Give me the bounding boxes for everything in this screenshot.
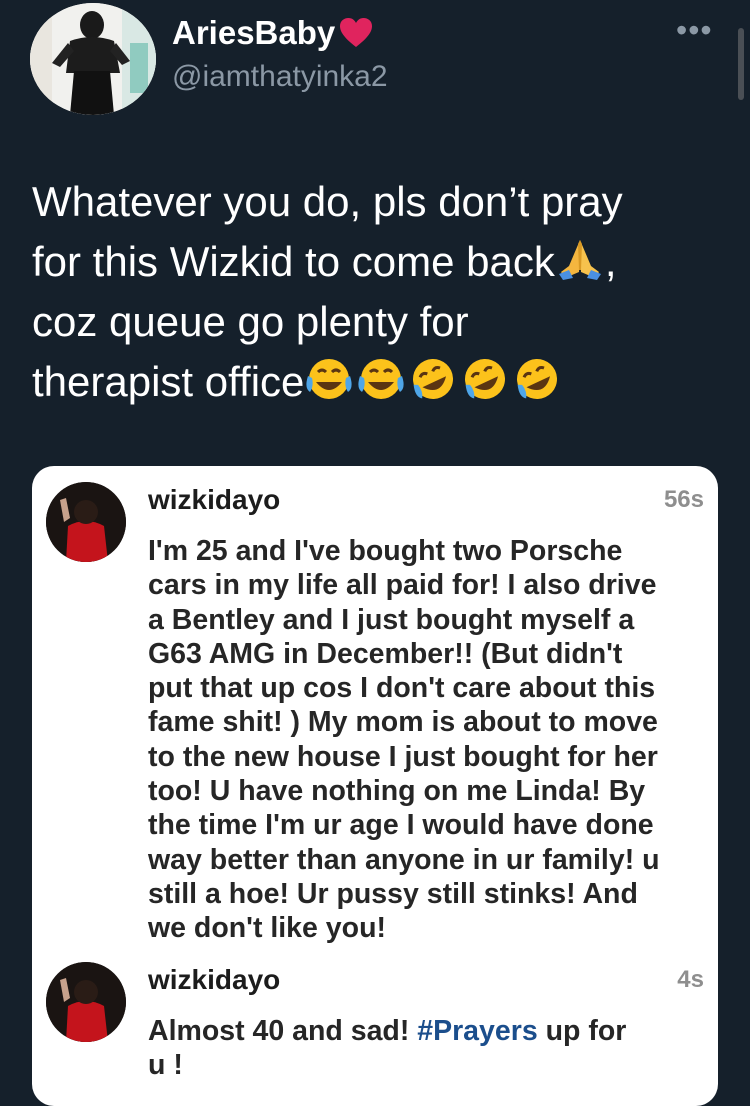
comment-time: 56s [663, 486, 704, 513]
attached-screenshot[interactable]: wizkidayo 56s I'm 25 and I've bought two… [32, 466, 718, 1106]
tears-of-joy-icon [306, 359, 352, 399]
comment-text: I'm 25 and I've bought two Porsche cars … [148, 535, 660, 945]
author-avatar[interactable] [30, 3, 156, 115]
tweet-line: Whatever you do, pls don’t pray [32, 178, 623, 225]
rolling-laughing-icon [517, 359, 558, 399]
tweet-line: therapist office [32, 352, 732, 412]
commenter-avatar [46, 482, 126, 562]
scrollbar[interactable] [738, 28, 744, 100]
author-display-name[interactable]: AriesBaby [172, 14, 373, 52]
tears-of-joy-icon [358, 359, 404, 399]
rolling-laughing-icon [465, 359, 506, 399]
rolling-laughing-icon [413, 359, 454, 399]
folded-hands-icon [555, 236, 605, 282]
display-name-text: AriesBaby [172, 14, 336, 51]
tweet-text: Whatever you do, pls don’t pray for this… [32, 172, 732, 412]
comment-time: 4s [677, 966, 704, 993]
tweet-line: for this Wizkid to come back, [32, 236, 617, 285]
commenter-avatar [46, 962, 126, 1042]
tweet-line: coz queue go plenty for [32, 298, 469, 345]
more-options-button[interactable]: ••• [676, 12, 713, 49]
author-handle[interactable]: @iamthatyinka2 [172, 60, 388, 94]
trailing-emoji-group [304, 356, 562, 402]
comment-username: wizkidayo [148, 964, 281, 995]
avatar-photo [30, 3, 156, 115]
red-heart-icon [340, 18, 373, 47]
comment-username: wizkidayo [148, 484, 281, 515]
comment-text: Almost 40 and sad! #Prayers up for u ! [148, 1015, 627, 1082]
hashtag-link[interactable]: #Prayers [417, 1015, 537, 1047]
